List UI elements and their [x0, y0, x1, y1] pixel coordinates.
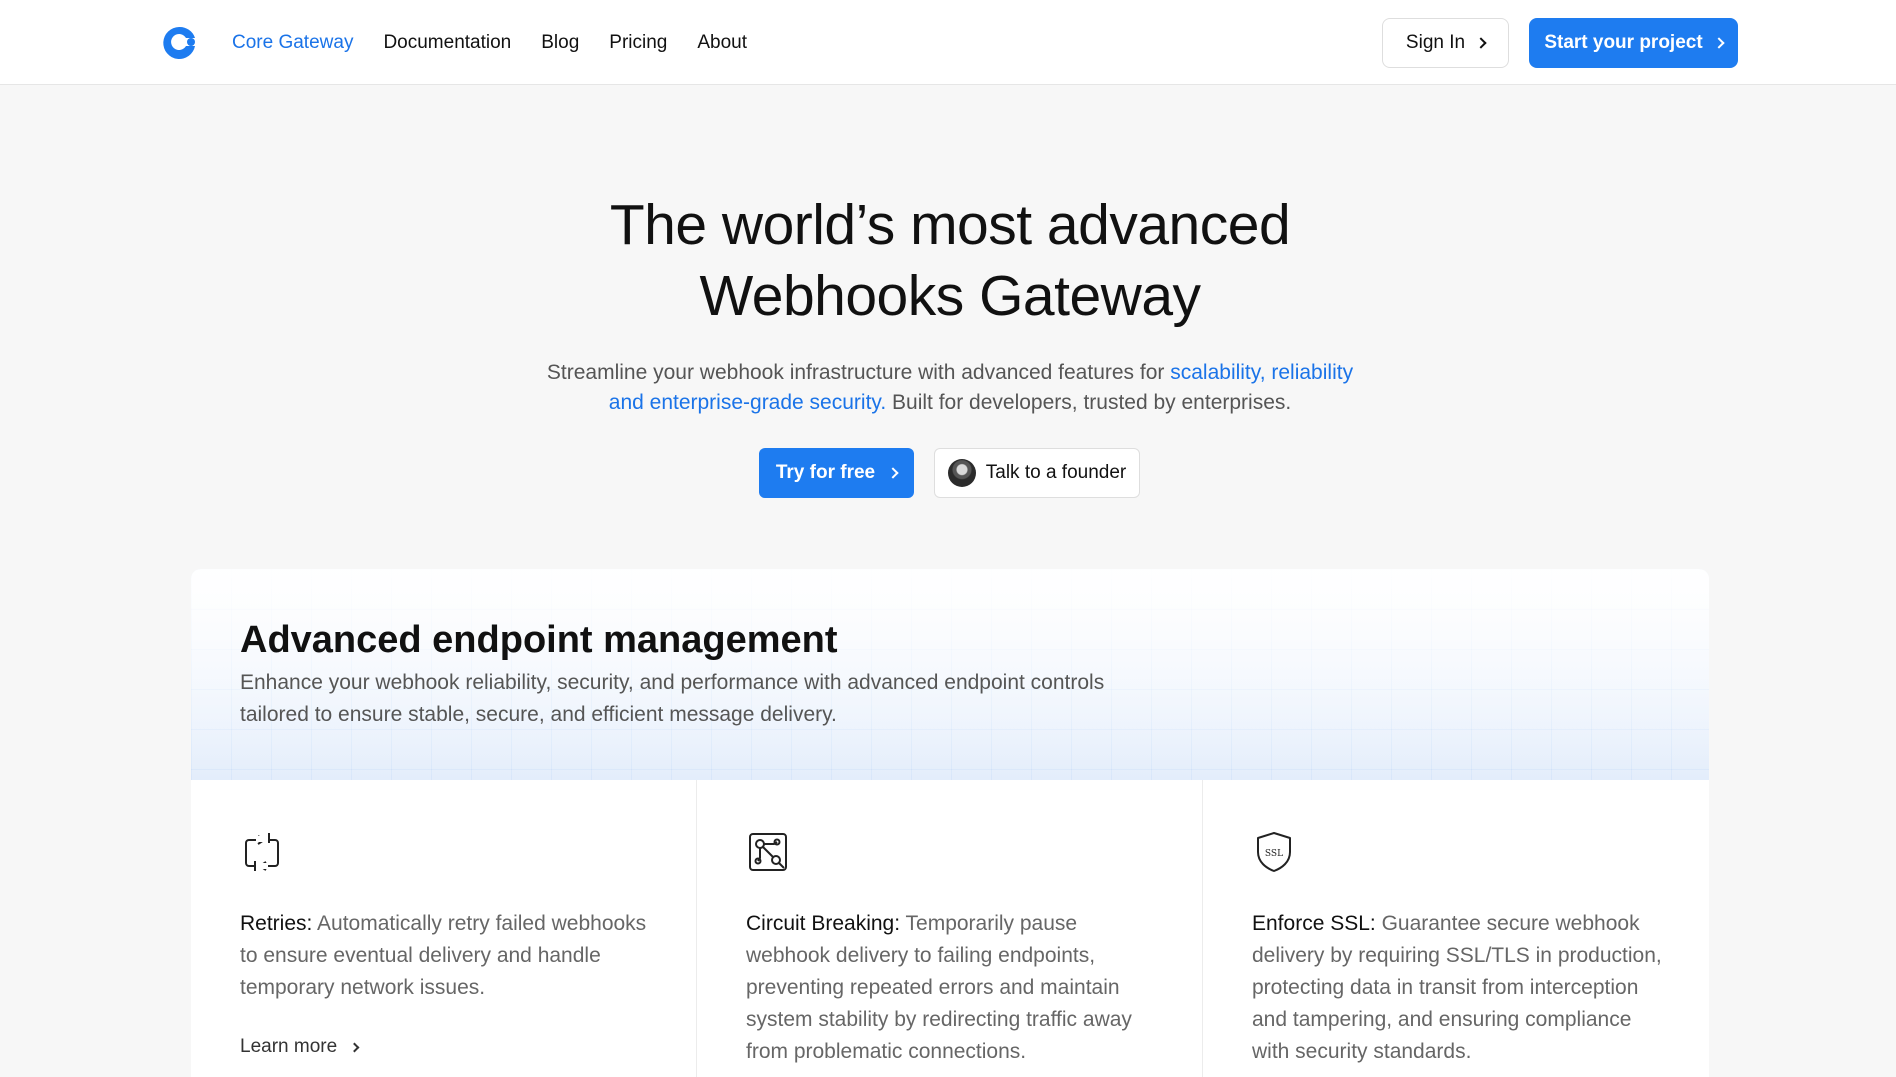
- chevron-right-icon: [1713, 37, 1725, 49]
- card-title: Advanced endpoint management: [240, 619, 838, 661]
- sign-in-label: Sign In: [1405, 32, 1466, 53]
- hero-title-line1: The world’s most advanced: [609, 193, 1291, 257]
- card-header: Advanced endpoint management Enhance you…: [191, 569, 1709, 780]
- sign-in-button[interactable]: Sign In: [1382, 18, 1509, 68]
- feature-circuit-breaking: Circuit Breaking: Temporarily pause webh…: [697, 780, 1203, 1077]
- feature-retries-name: Retries:: [240, 912, 313, 935]
- top-nav: Core Gateway Documentation Blog Pricing …: [0, 0, 1896, 85]
- retry-icon: [245, 833, 279, 871]
- hero-subtitle: Streamline your webhook infrastructure w…: [530, 358, 1370, 418]
- feature-retries: Retries: Automatically retry failed webh…: [191, 780, 697, 1077]
- ssl-shield-icon: SSL: [1257, 832, 1291, 872]
- try-for-free-button[interactable]: Try for free: [759, 448, 914, 498]
- nav-link-pricing[interactable]: Pricing: [609, 32, 667, 54]
- nav-link-documentation[interactable]: Documentation: [383, 32, 511, 54]
- hero-title: The world’s most advanced Webhooks Gatew…: [0, 190, 1896, 332]
- feature-retries-text: Retries: Automatically retry failed webh…: [240, 908, 660, 1004]
- feature-circuit-text: Circuit Breaking: Temporarily pause webh…: [746, 908, 1166, 1068]
- svg-text:SSL: SSL: [1265, 849, 1283, 859]
- card-description: Enhance your webhook reliability, securi…: [240, 671, 1105, 726]
- nav-link-about[interactable]: About: [697, 32, 747, 54]
- feature-circuit-name: Circuit Breaking:: [746, 912, 901, 935]
- nav-link-core-gateway[interactable]: Core Gateway: [232, 32, 353, 54]
- chevron-right-icon: [349, 1042, 360, 1052]
- circuit-icon: [749, 833, 787, 871]
- nav-links: Core Gateway Documentation Blog Pricing …: [232, 0, 747, 85]
- hero-subtitle-post: Built for developers, trusted by enterpr…: [886, 391, 1292, 414]
- feature-ssl-name: Enforce SSL:: [1252, 912, 1376, 935]
- core-gateway-logo-icon[interactable]: [160, 24, 198, 62]
- talk-to-founder-label: Talk to a founder: [985, 462, 1127, 483]
- feature-ssl-text: Enforce SSL: Guarantee secure webhook de…: [1252, 908, 1672, 1068]
- endpoint-management-card: Advanced endpoint management Enhance you…: [191, 569, 1709, 1077]
- try-for-free-label: Try for free: [775, 462, 876, 483]
- chevron-right-icon: [1475, 37, 1487, 49]
- hero-title-line2: Webhooks Gateway: [699, 264, 1201, 328]
- hero-subtitle-pre: Streamline your webhook infrastructure w…: [546, 361, 1171, 384]
- talk-to-founder-button[interactable]: Talk to a founder: [934, 448, 1140, 498]
- learn-more-label: Learn more: [240, 1036, 338, 1057]
- feature-enforce-ssl: SSL Enforce SSL: Guarantee secure webhoo…: [1203, 780, 1709, 1077]
- start-project-label: Start your project: [1544, 32, 1703, 53]
- learn-more-link[interactable]: Learn more: [240, 1036, 360, 1058]
- feature-columns: Retries: Automatically retry failed webh…: [191, 780, 1709, 1077]
- founder-avatar: [947, 459, 976, 487]
- start-project-button[interactable]: Start your project: [1529, 18, 1738, 68]
- chevron-right-icon: [887, 467, 899, 479]
- nav-link-blog[interactable]: Blog: [541, 32, 579, 54]
